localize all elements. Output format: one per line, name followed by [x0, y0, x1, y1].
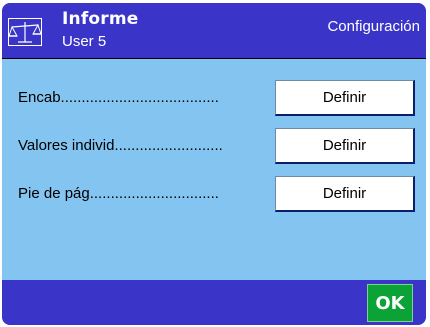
footer-bar: OK [2, 280, 426, 325]
section-label: Configuración [327, 18, 420, 35]
row-label-encab: Encab...................................… [18, 89, 219, 106]
page-title: Informe [62, 9, 139, 29]
settings-list: Encab...................................… [2, 59, 426, 280]
user-label: User 5 [62, 33, 107, 50]
ok-button[interactable]: OK [367, 284, 413, 322]
row-label-pie-de-pag: Pie de pág..............................… [18, 185, 219, 202]
define-encab-button[interactable]: Definir [275, 80, 415, 116]
define-pie-de-pag-button[interactable]: Definir [275, 176, 415, 212]
device-frame: Informe User 5 Configuración Encab......… [0, 0, 430, 327]
define-valores-individ-button[interactable]: Definir [275, 128, 415, 164]
scale-icon [8, 18, 42, 46]
row-label-valores-individ: Valores individ.........................… [18, 137, 223, 154]
header-bar: Informe User 5 Configuración [2, 3, 426, 58]
screen: Informe User 5 Configuración Encab......… [2, 3, 426, 325]
